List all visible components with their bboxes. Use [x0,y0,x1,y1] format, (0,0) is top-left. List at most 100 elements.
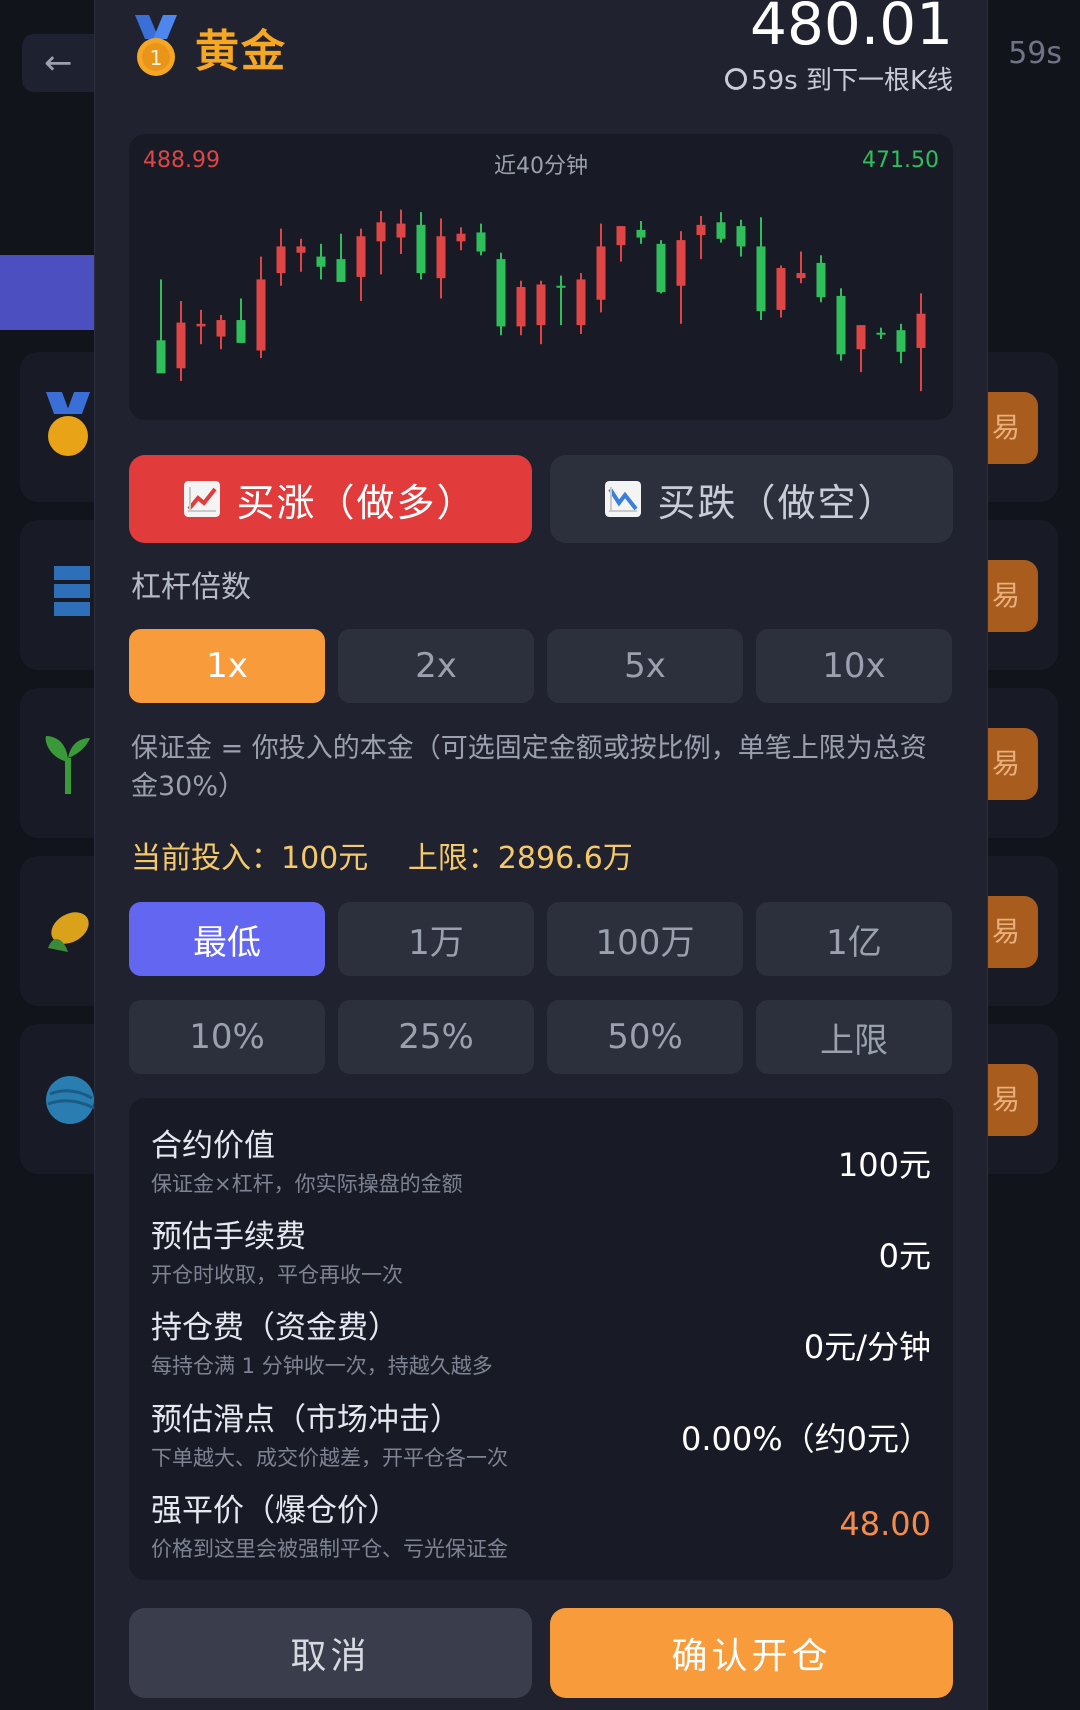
info-sub: 每持仓满 1 分钟收一次，持越久越多 [151,1354,493,1378]
buy-short-label: 买跌（做空） [657,480,898,525]
buy-long-label: 买涨（做多） [236,480,477,525]
chart-title: 近40分钟 [494,154,588,179]
info-value: 0元 [878,1237,931,1275]
gold-medal-icon: 1 [135,15,177,76]
amount-10k-button[interactable]: 1万 [338,902,534,976]
info-sub: 下单越大、成交价越差，开平仓各一次 [151,1446,508,1470]
info-sub: 价格到这里会被强制平仓、亏光保证金 [151,1537,508,1561]
background-timer: 59s [1008,36,1062,71]
open-position-modal: 1 黄金 480.01 59s 到下一根K线 488.99 近40分钟 471.… [94,0,988,1710]
amount-100m-button[interactable]: 1亿 [756,902,952,976]
candle-down [496,259,506,327]
candle-up [256,279,266,351]
price-chart: 488.99 近40分钟 471.50 [129,134,953,420]
sprout-icon [45,736,90,794]
candle-down [716,222,726,239]
candle-up [576,279,586,326]
candle-up [436,236,446,279]
buy-short-button[interactable]: 买跌（做空） [550,455,953,543]
candle-down [876,332,886,335]
cancel-button[interactable]: 取消 [129,1608,532,1698]
liquidation-price: 48.00 [839,1505,931,1543]
leverage-10x-button[interactable]: 10x [756,629,952,703]
candle-down [756,246,766,312]
candle-countdown: 59s 到下一根K线 [725,60,953,97]
leverage-5x-button[interactable]: 5x [547,629,743,703]
info-sub: 保证金×杠杆，你实际操盘的金额 [151,1172,463,1196]
candle-up [596,246,606,300]
current-price: 480.01 [750,0,953,58]
medal-icon [46,392,90,456]
invest-limit: 上限：2896.6万 [407,841,633,876]
info-sub: 开仓时收取，平仓再收一次 [151,1263,403,1287]
amount-25pct-button[interactable]: 25% [338,1000,534,1074]
candle-down [896,330,906,352]
candle-up [276,246,286,274]
candle-down [636,229,646,238]
leverage-2x-button[interactable]: 2x [338,629,534,703]
candle-up [196,323,206,327]
invest-summary: 当前投入：100元 上限：2896.6万 [131,833,663,877]
candle-up [396,223,406,238]
candle-up [856,325,866,350]
countdown-text: 59s 到下一根K线 [751,66,953,96]
info-row-slippage: 预估滑点（市场冲击） 下单越大、成交价越差，开平仓各一次 0.00%（约0元） [151,1388,931,1478]
info-label: 合约价值 [151,1128,275,1164]
svg-text:1: 1 [150,46,163,70]
amount-max-button[interactable]: 上限 [756,1000,952,1074]
chart-low-label: 471.50 [862,148,939,173]
trend-up-icon [184,481,221,517]
candle-up [296,246,306,253]
background-banner [0,255,100,330]
candle-up [216,320,226,337]
candle-up [676,240,686,286]
candle-down [336,259,346,282]
info-value: 100元 [837,1146,931,1184]
amount-50pct-button[interactable]: 50% [547,1000,743,1074]
info-label: 持仓费（资金费） [151,1310,399,1346]
leverage-1x-button[interactable]: 1x [129,629,325,703]
candle-down [736,226,746,247]
asset-title: 黄金 [195,26,287,77]
corn-icon [48,912,89,952]
info-label: 预估滑点（市场冲击） [151,1402,461,1438]
candle-down [416,224,426,274]
info-value: 0元/分钟 [803,1328,931,1366]
stack-icon [54,566,90,616]
candle-up [356,236,366,277]
candle-down [236,320,246,343]
candle-up [776,267,786,310]
info-value: 0.00%（约0元） [680,1420,931,1458]
amount-1m-button[interactable]: 100万 [547,902,743,976]
candle-down [556,285,566,288]
candle-down [476,232,486,252]
yarn-icon [46,1076,95,1124]
info-label: 预估手续费 [151,1219,306,1255]
confirm-open-button[interactable]: 确认开仓 [550,1608,953,1698]
candle-down [816,262,826,298]
candle-up [696,224,706,235]
amount-min-button[interactable]: 最低 [129,902,325,976]
order-info-panel: 合约价值 保证金×杠杆，你实际操盘的金额 100元 预估手续费 开仓时收取，平仓… [129,1098,953,1580]
candle-up [516,287,526,327]
candle-down [316,256,326,267]
info-label: 强平价（爆仓价） [151,1493,399,1529]
leverage-label: 杠杆倍数 [131,570,251,605]
margin-description: 保证金 = 你投入的本金（可选固定金额或按比例，单笔上限为总资金30%） [131,733,927,802]
current-invest: 当前投入：100元 [131,841,369,876]
asset-title-row: 1 黄金 [131,12,287,82]
candle-down [656,243,666,293]
trend-down-icon [605,481,642,517]
info-row-liquidation: 强平价（爆仓价） 价格到这里会被强制平仓、亏光保证金 48.00 [151,1479,931,1569]
candle-up [376,222,386,242]
candle-up [796,273,806,279]
amount-10pct-button[interactable]: 10% [129,1000,325,1074]
candle-up [616,226,626,246]
info-row-holding-fee: 持仓费（资金费） 每持仓满 1 分钟收一次，持越久越多 0元/分钟 [151,1296,931,1386]
buy-long-button[interactable]: 买涨（做多） [129,455,532,543]
candle-down [836,295,846,355]
candle-up [916,313,926,348]
candle-down [156,340,166,374]
candle-up [456,233,466,242]
info-row-fee: 预估手续费 开仓时收取，平仓再收一次 0元 [151,1205,931,1295]
